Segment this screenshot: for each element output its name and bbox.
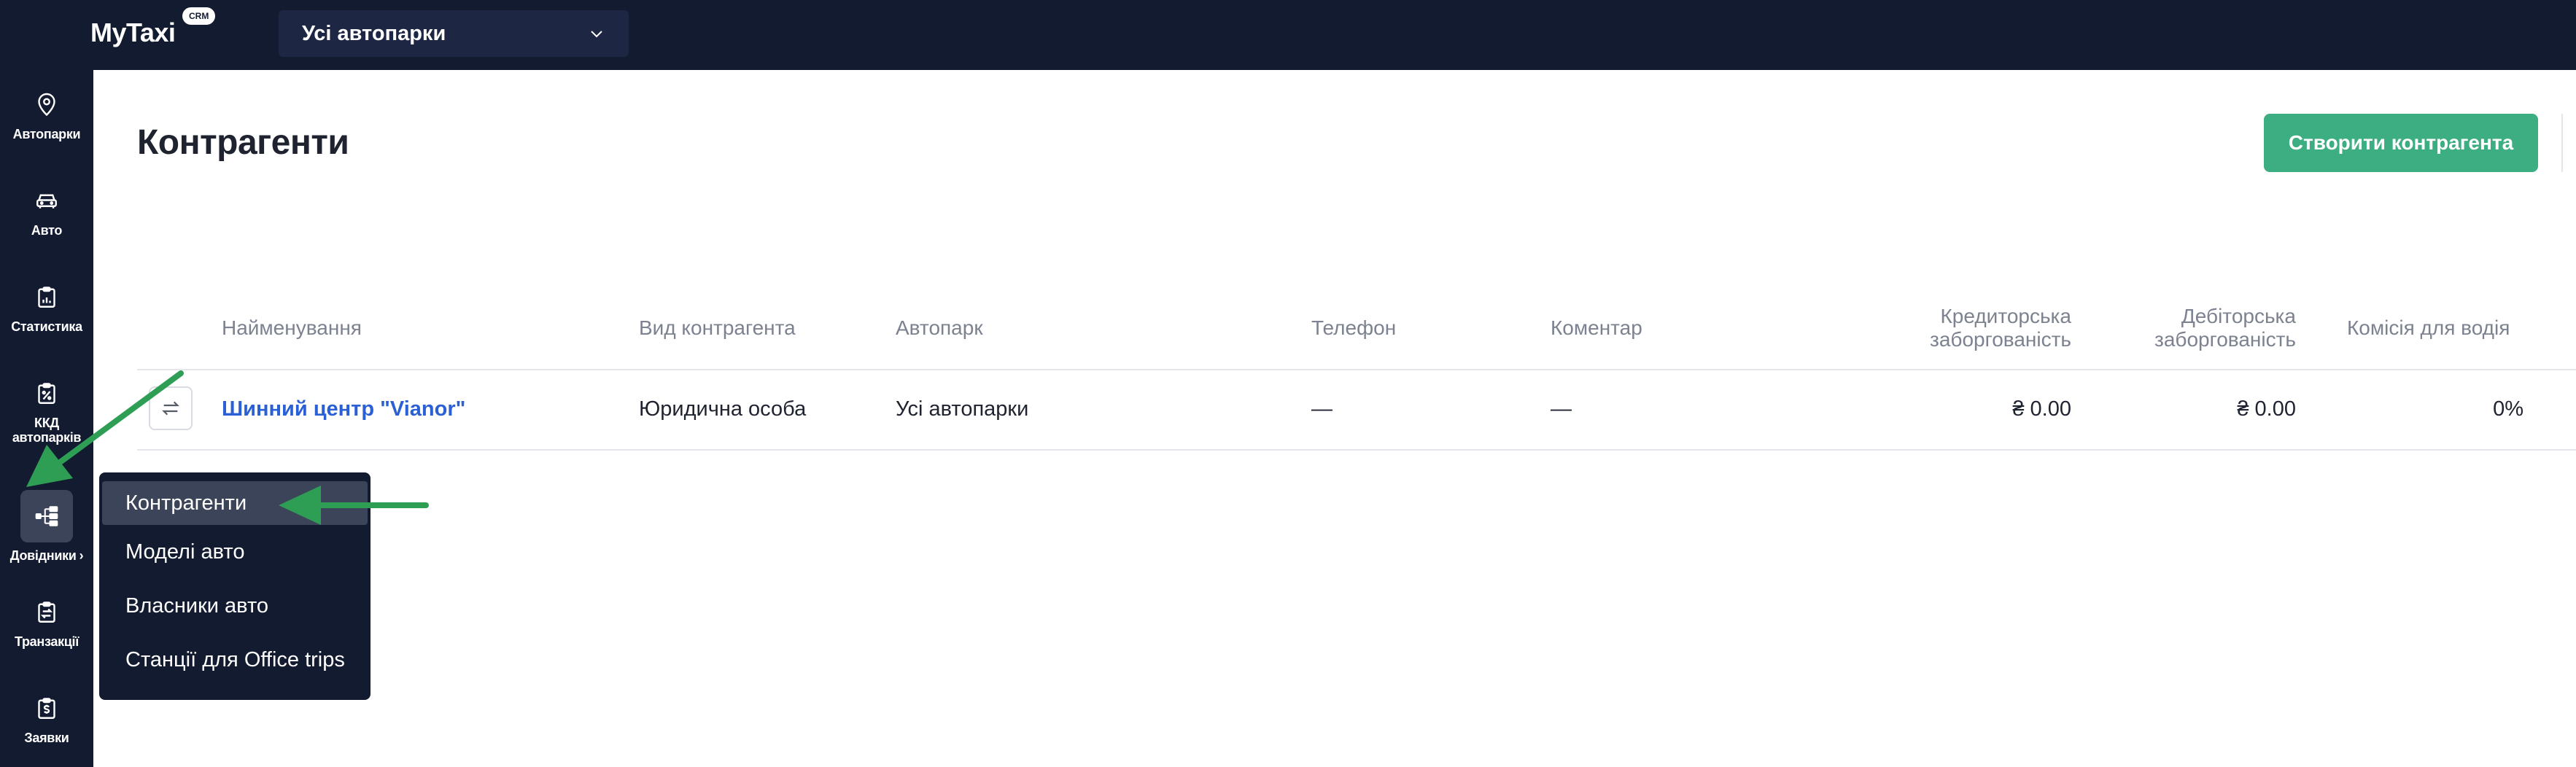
column-header-type[interactable]: Вид контрагента bbox=[639, 316, 796, 340]
cell-comment: — bbox=[1551, 397, 1572, 421]
column-header-fleet[interactable]: Автопарк bbox=[896, 316, 983, 340]
percent-document-icon bbox=[32, 379, 61, 408]
sidebar-item-transactions[interactable]: Транзакції bbox=[0, 577, 93, 665]
annotation-arrows bbox=[26, 370, 429, 525]
column-header-credit[interactable]: Кредиторська заборгованість bbox=[1823, 305, 2071, 351]
column-header-phone[interactable]: Телефон bbox=[1311, 316, 1396, 340]
cell-type: Юридична особа bbox=[639, 397, 807, 421]
sidebar-item-label: Заявки bbox=[24, 731, 69, 745]
column-header-name[interactable]: Найменування bbox=[222, 316, 362, 340]
toolbar-divider bbox=[2561, 114, 2563, 172]
directories-submenu: Контрагенти Моделі авто Власники авто Ст… bbox=[99, 472, 371, 700]
map-pin-icon bbox=[32, 90, 61, 120]
swap-arrows-icon bbox=[162, 401, 179, 416]
cell-debit: ₴ 0.00 bbox=[2237, 397, 2296, 421]
column-header-debit-line: Дебіторська bbox=[2181, 305, 2296, 327]
table-row-divider bbox=[137, 449, 2576, 451]
row-action-button[interactable] bbox=[149, 386, 193, 430]
clipboard-money-icon bbox=[32, 694, 61, 723]
column-header-debit[interactable]: Дебіторська заборгованість bbox=[2048, 305, 2296, 351]
column-header-comment[interactable]: Коментар bbox=[1551, 316, 1642, 340]
clipboard-exchange-icon bbox=[32, 598, 61, 627]
cell-phone: — bbox=[1311, 397, 1332, 421]
app-logo[interactable]: MyTaxi bbox=[90, 17, 176, 48]
sidebar-item-label: Статистика bbox=[11, 319, 82, 334]
sidebar-item-directories[interactable]: Довідники › bbox=[0, 478, 93, 566]
page-title: Контрагенти bbox=[137, 123, 349, 162]
fleet-selector[interactable]: Усі автопарки bbox=[279, 10, 629, 57]
submenu-item-counterparties[interactable]: Контрагенти bbox=[102, 481, 368, 525]
sidebar-item-label: Автопарки bbox=[12, 127, 81, 141]
chevron-right-icon: › bbox=[79, 548, 84, 563]
column-header-credit-line: Кредиторська bbox=[1940, 305, 2072, 327]
clipboard-chart-icon bbox=[32, 283, 61, 312]
sidebar-item-requests[interactable]: Заявки bbox=[0, 674, 93, 761]
submenu-item-car-models[interactable]: Моделі авто bbox=[102, 525, 368, 579]
column-header-credit-line: заборгованість bbox=[1930, 328, 2071, 351]
top-bar: MyTaxi CRM Усі автопарки bbox=[0, 0, 2576, 70]
column-header-debit-line: заборгованість bbox=[2154, 328, 2296, 351]
table-header-divider bbox=[137, 369, 2576, 370]
crm-badge: CRM bbox=[182, 7, 216, 25]
cell-credit: ₴ 0.00 bbox=[2012, 397, 2071, 421]
hierarchy-icon bbox=[20, 490, 73, 542]
submenu-item-office-trips-stations[interactable]: Станції для Office trips bbox=[102, 633, 368, 687]
sidebar-item-label: ККД автопарків bbox=[12, 416, 82, 445]
fleet-selector-value: Усі автопарки bbox=[302, 21, 446, 45]
chevron-down-icon bbox=[591, 31, 602, 38]
car-icon bbox=[32, 187, 61, 216]
sidebar-item-label: Довідники › bbox=[9, 548, 84, 563]
submenu-item-car-owners[interactable]: Власники авто bbox=[102, 579, 368, 633]
column-header-commission[interactable]: Комісія для водія bbox=[2347, 316, 2510, 340]
sidebar-item-kkd[interactable]: ККД автопарків bbox=[0, 359, 93, 461]
sidebar-item-fleets[interactable]: Автопарки bbox=[0, 70, 93, 157]
sidebar-item-label: Транзакції bbox=[14, 634, 79, 649]
create-counterparty-button[interactable]: Створити контрагента bbox=[2264, 114, 2538, 172]
cell-fleet: Усі автопарки bbox=[896, 397, 1029, 421]
sidebar-item-cars[interactable]: Авто bbox=[0, 166, 93, 254]
sidebar-item-statistics[interactable]: Статистика bbox=[0, 262, 93, 350]
sidebar-item-label: Авто bbox=[31, 223, 63, 238]
cell-commission: 0% bbox=[2493, 397, 2523, 421]
sidebar: Автопарки Авто Статистика ККД автопарків… bbox=[0, 70, 93, 767]
counterparty-name-link[interactable]: Шинний центр "Vianor" bbox=[222, 397, 465, 421]
